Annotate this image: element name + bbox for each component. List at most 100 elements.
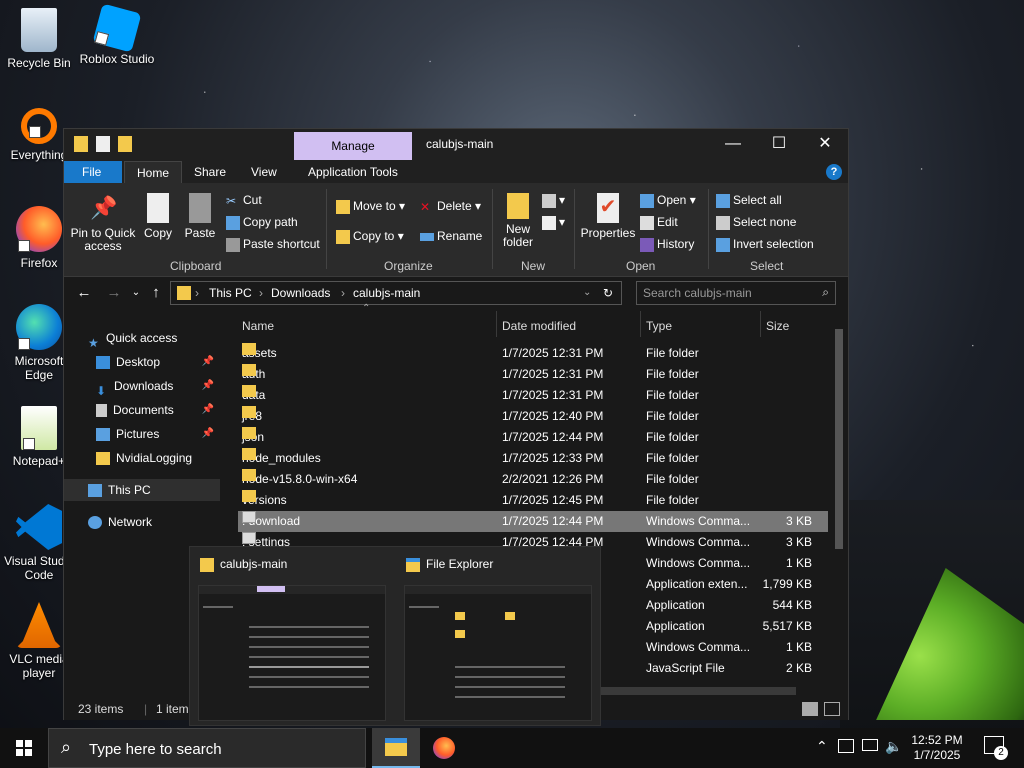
delete-button[interactable]: ✕ Delete ▾ — [420, 199, 481, 214]
recent-locations-chevron-icon[interactable]: ⌄ — [126, 283, 146, 303]
column-header-type[interactable]: Type — [646, 315, 672, 337]
paste-button[interactable]: Paste — [182, 193, 218, 240]
easy-access-icon[interactable]: ▾ — [542, 215, 565, 230]
table-row[interactable]: ! download 1/7/2025 12:44 PM Windows Comma… — [238, 511, 828, 532]
close-button[interactable]: ✕ — [802, 129, 848, 161]
new-item-icon[interactable]: ▾ — [542, 193, 565, 208]
maximize-button[interactable]: ☐ — [756, 129, 802, 161]
back-arrow-icon[interactable]: ← — [74, 283, 94, 303]
table-row[interactable]: assets 1/7/2025 12:31 PM File folder — [238, 343, 828, 364]
desktop-icon-recycle-bin[interactable]: Recycle Bin — [0, 8, 78, 70]
nav-this-pc[interactable]: This PC — [64, 479, 220, 501]
tab-file[interactable]: File — [64, 161, 122, 183]
invert-selection-button[interactable]: Invert selection — [716, 237, 814, 252]
new-folder-icon[interactable] — [118, 136, 132, 152]
pin-icon: 📌 — [201, 356, 214, 367]
table-row[interactable]: jre8 1/7/2025 12:40 PM File folder — [238, 406, 828, 427]
copy-path-button[interactable]: Copy path — [226, 215, 298, 230]
table-row[interactable]: node_modules 1/7/2025 12:33 PM File folder — [238, 448, 828, 469]
thumbnail-file-explorer[interactable]: File Explorer — [396, 551, 594, 723]
select-all-icon — [716, 193, 730, 208]
minimize-button[interactable]: — — [710, 129, 756, 161]
large-icons-view-icon[interactable] — [824, 702, 840, 716]
edit-pencil-icon — [640, 215, 654, 230]
breadcrumb-downloads[interactable]: Downloads — [271, 286, 330, 300]
open-button[interactable]: Open ▾ — [640, 193, 696, 208]
paste-shortcut-icon — [226, 237, 240, 252]
nav-quick-access[interactable]: ★ Quick access — [88, 327, 220, 350]
show-hidden-icons-chevron-icon[interactable]: ⌃ — [816, 738, 828, 755]
clock[interactable]: 12:52 PM 1/7/2025 — [908, 733, 966, 763]
nav-desktop[interactable]: Desktop 📌 — [96, 351, 220, 373]
history-icon — [640, 237, 654, 252]
pin-to-quick-access-button[interactable]: 📌 Pin to Quick access — [70, 193, 136, 253]
scrollbar-thumb[interactable] — [835, 329, 843, 549]
security-tray-icon[interactable] — [838, 739, 854, 753]
up-arrow-icon[interactable]: ↑ — [146, 283, 166, 303]
file-date: 1/7/2025 12:40 PM — [502, 409, 604, 423]
refresh-icon[interactable]: ↻ — [603, 286, 613, 300]
clock-date: 1/7/2025 — [913, 748, 961, 762]
nav-nvidialogging[interactable]: NvidiaLogging — [96, 447, 220, 469]
paste-shortcut-button[interactable]: Paste shortcut — [226, 237, 320, 252]
vertical-scrollbar[interactable] — [832, 313, 846, 689]
copy-button[interactable]: Copy — [140, 193, 176, 240]
network-tray-icon[interactable] — [862, 739, 878, 751]
file-type: Application — [646, 598, 705, 612]
table-row[interactable]: versions 1/7/2025 12:45 PM File folder — [238, 490, 828, 511]
forward-arrow-icon[interactable]: → — [104, 283, 124, 303]
breadcrumb-separator: › — [195, 286, 199, 300]
desktop-icon-label: VLC media player — [9, 652, 69, 680]
table-row[interactable]: node-v15.8.0-win-x64 2/2/2021 12:26 PM Fil… — [238, 469, 828, 490]
select-none-button[interactable]: Select none — [716, 215, 796, 230]
new-folder-button[interactable]: New folder — [498, 193, 538, 249]
nav-documents[interactable]: Documents 📌 — [96, 399, 220, 421]
column-header-name[interactable]: Name — [242, 315, 274, 337]
address-box[interactable]: › This PC › Downloads › calubjs-main ⌄ ↻ — [170, 281, 622, 305]
nav-pictures[interactable]: Pictures 📌 — [96, 423, 220, 445]
select-all-button[interactable]: Select all — [716, 193, 782, 208]
group-label-select: Select — [750, 259, 784, 273]
help-icon[interactable]: ? — [826, 164, 842, 180]
volume-muted-icon[interactable]: 🔈 — [885, 738, 902, 755]
taskbar-file-explorer[interactable] — [372, 728, 420, 768]
properties-icon[interactable] — [96, 136, 110, 152]
history-button[interactable]: History — [640, 237, 694, 252]
nav-downloads[interactable]: ⬇ Downloads 📌 — [96, 375, 220, 398]
nav-network[interactable]: Network — [88, 511, 220, 533]
search-input[interactable]: Search calubjs-main ⌕ — [636, 281, 836, 305]
table-row[interactable]: data 1/7/2025 12:31 PM File folder — [238, 385, 828, 406]
table-row[interactable]: json 1/7/2025 12:44 PM File folder — [238, 427, 828, 448]
column-header-date-modified[interactable]: Date modified — [502, 315, 576, 337]
desktop-icon-roblox-studio[interactable]: Roblox Studio — [78, 3, 156, 66]
copy-to-button[interactable]: Copy to ▾ — [336, 229, 404, 244]
desktop-icon-label: Microsoft Edge — [14, 354, 64, 382]
tab-view[interactable]: View — [239, 161, 289, 183]
rename-button[interactable]: Rename — [420, 229, 482, 243]
breadcrumb-calubjs-main[interactable]: calubjs-main — [353, 286, 420, 300]
file-type: File folder — [646, 472, 699, 486]
thumbnail-calubjs-main[interactable]: calubjs-main — [190, 551, 388, 723]
tab-home[interactable]: Home — [124, 161, 183, 184]
taskbar-firefox[interactable] — [420, 728, 468, 768]
tab-application-tools[interactable]: Application Tools — [296, 161, 410, 183]
scissors-icon: ✂ — [226, 193, 237, 208]
manage-contextual-tab[interactable]: Manage — [294, 132, 412, 160]
folder-icon[interactable] — [74, 136, 88, 152]
properties-button[interactable]: ✔ Properties — [578, 193, 638, 240]
file-size: 5,517 KB — [762, 619, 812, 633]
folder-icon — [242, 490, 256, 502]
move-to-button[interactable]: Move to ▾ — [336, 199, 405, 214]
cut-button[interactable]: ✂ Cut — [226, 193, 262, 208]
table-row[interactable]: auth 1/7/2025 12:31 PM File folder — [238, 364, 828, 385]
breadcrumb-this-pc[interactable]: This PC — [209, 286, 252, 300]
details-view-icon[interactable] — [802, 702, 818, 716]
group-label-clipboard: Clipboard — [170, 259, 222, 273]
column-header-size[interactable]: Size — [766, 315, 789, 337]
tab-share[interactable]: Share — [182, 161, 238, 183]
title-bar: Manage calubjs-main — ☐ ✕ — [64, 129, 848, 161]
taskbar-search-box[interactable]: ⌕ Type here to search — [48, 728, 366, 768]
edit-button[interactable]: Edit — [640, 215, 678, 230]
start-button[interactable] — [0, 728, 48, 768]
address-dropdown-chevron-icon[interactable]: ⌄ — [583, 287, 591, 298]
